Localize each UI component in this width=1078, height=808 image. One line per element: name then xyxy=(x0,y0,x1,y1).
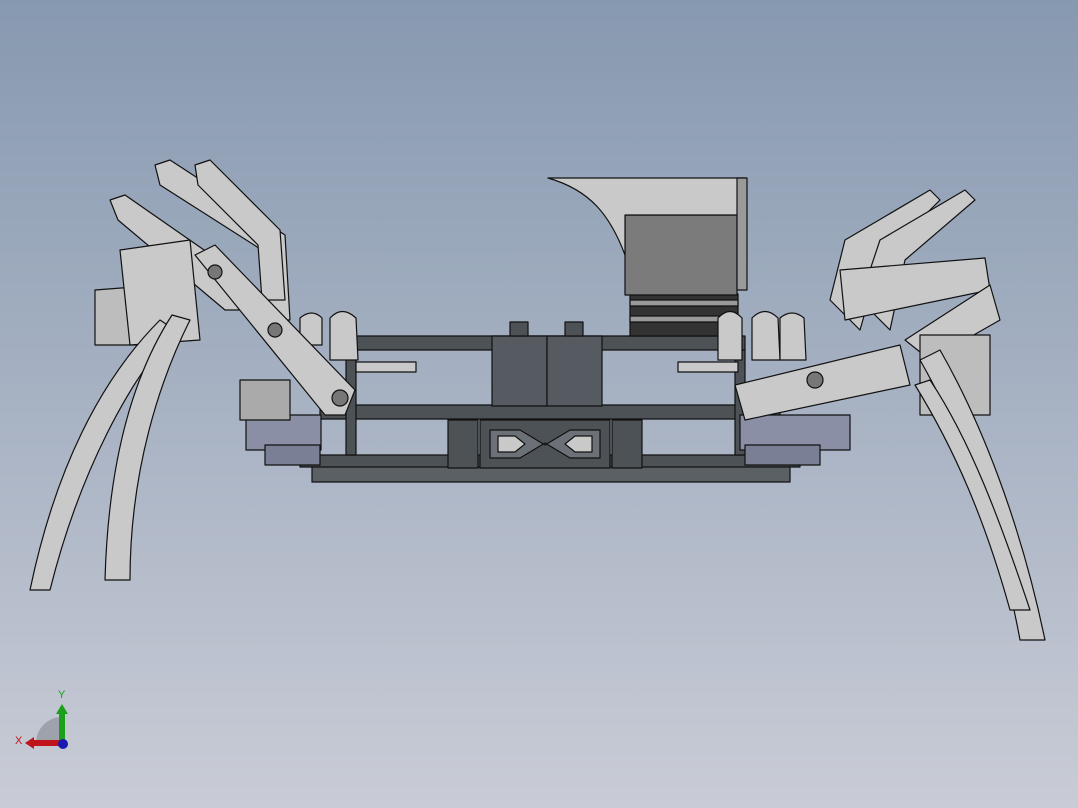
x-axis-arrow xyxy=(32,740,62,746)
center-x-bracket xyxy=(447,419,643,469)
orientation-triad[interactable]: X Y xyxy=(15,689,68,749)
y-axis-label: Y xyxy=(58,689,66,701)
servo-left-front xyxy=(264,444,321,466)
triad-arc xyxy=(36,717,62,743)
z-axis-dot xyxy=(58,739,68,749)
left-legs xyxy=(29,159,356,591)
frame-mid-bar xyxy=(319,404,781,420)
cad-viewport[interactable]: X Y xyxy=(0,0,1078,808)
center-servo-right xyxy=(546,335,603,407)
head-block xyxy=(547,177,748,337)
x-axis-label: X xyxy=(15,735,23,747)
center-servo-left xyxy=(491,335,548,407)
servo-right-front xyxy=(744,444,821,466)
hexapod-model[interactable] xyxy=(29,159,1046,641)
